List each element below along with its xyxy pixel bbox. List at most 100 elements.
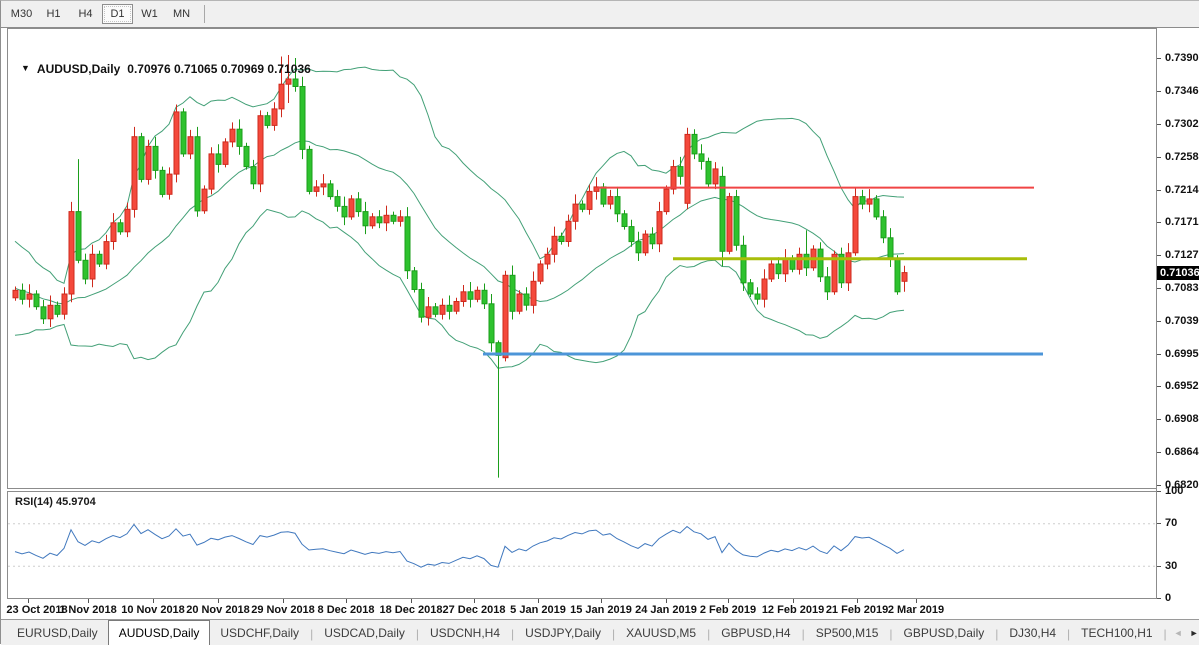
chart-tab-sp500-m15[interactable]: SP500,M15 xyxy=(806,623,889,645)
chart-tab-gbpusd-daily[interactable]: GBPUSD,Daily xyxy=(894,623,995,645)
candle xyxy=(755,287,760,304)
candle xyxy=(34,290,39,309)
candle xyxy=(174,105,179,183)
date-tick-label: 29 Nov 2018 xyxy=(251,604,315,616)
price-tick-label: 0.69950 xyxy=(1165,348,1199,360)
date-tick xyxy=(153,599,154,603)
candle xyxy=(713,162,718,189)
candle xyxy=(503,271,508,362)
chart-tab-gbpusd-h4[interactable]: GBPUSD,H4 xyxy=(711,623,800,645)
candle xyxy=(839,248,844,288)
rsi-axis-tick xyxy=(1157,523,1161,524)
chart-tab-usdchf-daily[interactable]: USDCHF,Daily xyxy=(210,623,309,645)
candle xyxy=(510,266,515,320)
chart-tab-usdcad-daily[interactable]: USDCAD,Daily xyxy=(314,623,415,645)
price-tick xyxy=(1157,91,1161,92)
candle xyxy=(881,210,886,243)
price-tick xyxy=(1157,452,1161,453)
candle xyxy=(335,190,340,212)
date-tick xyxy=(916,599,917,603)
main-chart-canvas[interactable] xyxy=(8,29,1156,488)
candle xyxy=(853,188,858,255)
price-tick xyxy=(1157,386,1161,387)
rsi-indicator-pane: RSI(14) 45.9704 xyxy=(7,491,1156,599)
date-tick-label: 2 Feb 2019 xyxy=(700,604,756,616)
candle xyxy=(265,112,270,128)
chart-tab-dj30-h4[interactable]: DJ30,H4 xyxy=(999,623,1066,645)
timeframe-button-mn[interactable]: MN xyxy=(166,4,197,24)
timeframe-button-m30[interactable]: M30 xyxy=(6,4,37,24)
tab-scroll-right-icon[interactable]: ► xyxy=(1190,628,1199,638)
rsi-line xyxy=(15,524,904,567)
chart-tab-xauusd-m5[interactable]: XAUUSD,M5 xyxy=(616,623,706,645)
candle xyxy=(888,228,893,267)
date-tick xyxy=(474,599,475,603)
date-tick xyxy=(28,599,29,603)
candle xyxy=(860,190,865,209)
price-tick-label: 0.71710 xyxy=(1165,216,1199,228)
bollinger-lower-line xyxy=(15,209,904,368)
candle xyxy=(314,180,319,197)
chart-tab-usdcnh-h4[interactable]: USDCNH,H4 xyxy=(420,623,510,645)
candle xyxy=(132,127,137,218)
candle xyxy=(181,108,186,157)
candle xyxy=(230,122,235,147)
price-tick-label: 0.71270 xyxy=(1165,249,1199,261)
timeframe-button-h4[interactable]: H4 xyxy=(70,4,101,24)
candle xyxy=(797,248,802,275)
rsi-canvas[interactable] xyxy=(8,492,1156,598)
candle xyxy=(895,255,900,295)
candle xyxy=(643,230,648,256)
date-tick-label: 12 Feb 2019 xyxy=(762,604,824,616)
chart-tab-tech100-h1[interactable]: TECH100,H1 xyxy=(1071,623,1162,645)
candle xyxy=(384,206,389,232)
chart-dropdown-icon[interactable]: ▼ xyxy=(21,63,30,73)
candle xyxy=(454,298,459,314)
price-axis[interactable]: 0.739000.734600.730200.725800.721400.717… xyxy=(1156,28,1199,599)
current-price-tag: 0.71036 xyxy=(1157,266,1199,280)
price-tick xyxy=(1157,157,1161,158)
candle xyxy=(118,219,123,235)
date-tick-label: 15 Jan 2019 xyxy=(570,604,632,616)
date-tick-label: 10 Nov 2018 xyxy=(121,604,185,616)
candle xyxy=(608,190,613,209)
date-tick xyxy=(411,599,412,603)
candle xyxy=(139,133,144,183)
date-tick-label: 21 Feb 2019 xyxy=(826,604,888,616)
chart-tab-eurusd-daily[interactable]: EURUSD,Daily xyxy=(7,623,108,645)
candle xyxy=(622,210,627,230)
candle xyxy=(300,77,305,159)
candle xyxy=(867,189,872,212)
chart-tab-audusd-daily[interactable]: AUDUSD,Daily xyxy=(108,620,211,645)
date-tick xyxy=(538,599,539,603)
candle xyxy=(531,272,536,314)
chart-tab-usdjpy-daily[interactable]: USDJPY,Daily xyxy=(515,623,611,645)
candle xyxy=(706,158,711,187)
price-tick xyxy=(1157,419,1161,420)
date-tick xyxy=(857,599,858,603)
tab-scroll-left-icon[interactable]: ◄ xyxy=(1174,628,1183,638)
candle xyxy=(272,102,277,131)
candle xyxy=(559,233,564,245)
candle xyxy=(391,212,396,225)
date-tick-label: 8 Dec 2018 xyxy=(318,604,375,616)
candle xyxy=(167,167,172,199)
timeframe-button-w1[interactable]: W1 xyxy=(134,4,165,24)
toolbar-separator xyxy=(204,5,205,23)
candle xyxy=(433,303,438,317)
date-tick-label: 1 Nov 2018 xyxy=(59,604,116,616)
candle xyxy=(482,284,487,310)
rsi-indicator-label: RSI(14) 45.9704 xyxy=(15,496,96,508)
timeframe-button-d1[interactable]: D1 xyxy=(102,4,133,24)
timeframe-button-h1[interactable]: H1 xyxy=(38,4,69,24)
candle xyxy=(405,207,410,279)
rsi-axis-tick xyxy=(1157,566,1161,567)
candle xyxy=(97,251,102,267)
date-axis[interactable]: 23 Oct 20181 Nov 201810 Nov 201820 Nov 2… xyxy=(1,599,1156,619)
date-tick-label: 18 Dec 2018 xyxy=(380,604,443,616)
rsi-axis-label: 70 xyxy=(1165,517,1177,529)
candle xyxy=(489,294,494,352)
candle xyxy=(573,194,578,229)
candle xyxy=(328,180,333,200)
candle xyxy=(461,285,466,307)
